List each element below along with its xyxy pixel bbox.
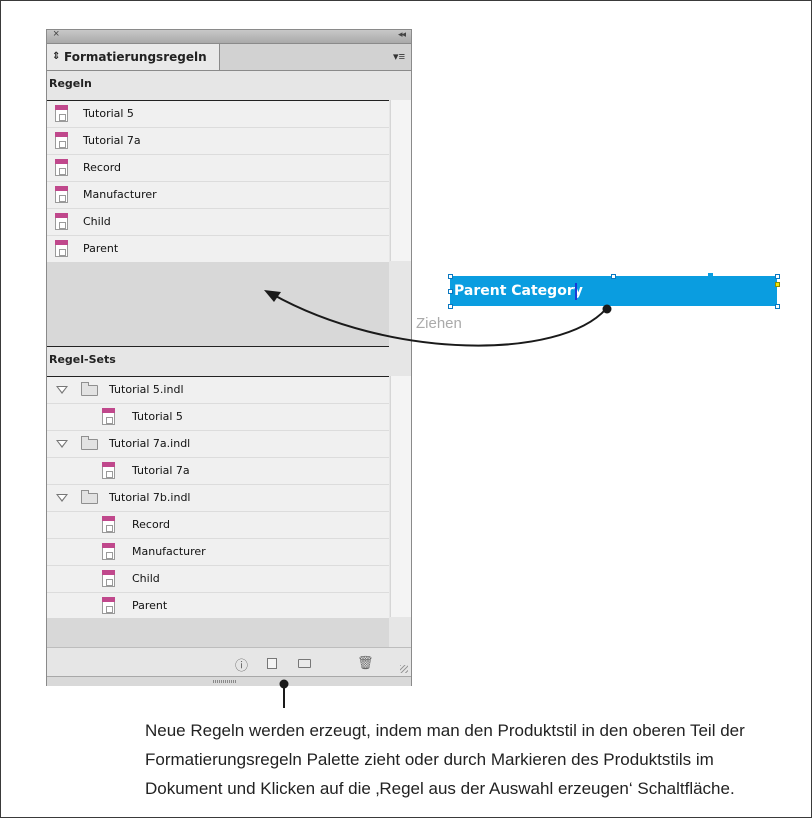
caption-line: Neue Regeln werden erzeugt, indem man de… [145,721,745,740]
figure-caption: Neue Regeln werden erzeugt, indem man de… [145,716,805,803]
drag-arrow-curve [271,293,607,347]
caption-line: Dokument und Klicken auf die ‚Regel aus … [145,779,735,798]
drag-origin-dot [602,304,612,314]
caption-line: Formatierungsregeln Palette zieht oder d… [145,750,714,769]
drag-arrow-head [264,290,281,302]
annotation-overlay [264,290,612,708]
